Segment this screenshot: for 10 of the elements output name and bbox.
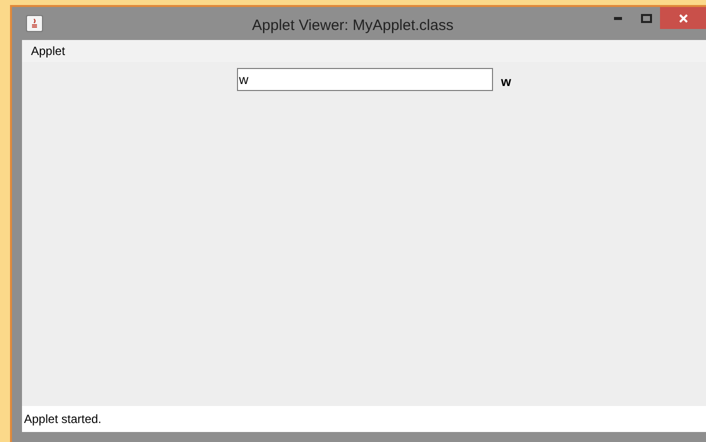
text-field[interactable]: w <box>236 68 493 91</box>
close-button[interactable] <box>660 7 706 29</box>
minimize-icon <box>614 16 622 20</box>
menu-item[interactable]: Applet <box>22 42 74 60</box>
status-text: Applet started. <box>24 411 102 428</box>
field-label: w <box>500 73 512 91</box>
close-icon <box>678 14 688 22</box>
window-title: Applet Viewer: MyApplet.class <box>252 16 454 36</box>
java-icon <box>26 15 43 32</box>
maximize-icon <box>640 14 652 22</box>
